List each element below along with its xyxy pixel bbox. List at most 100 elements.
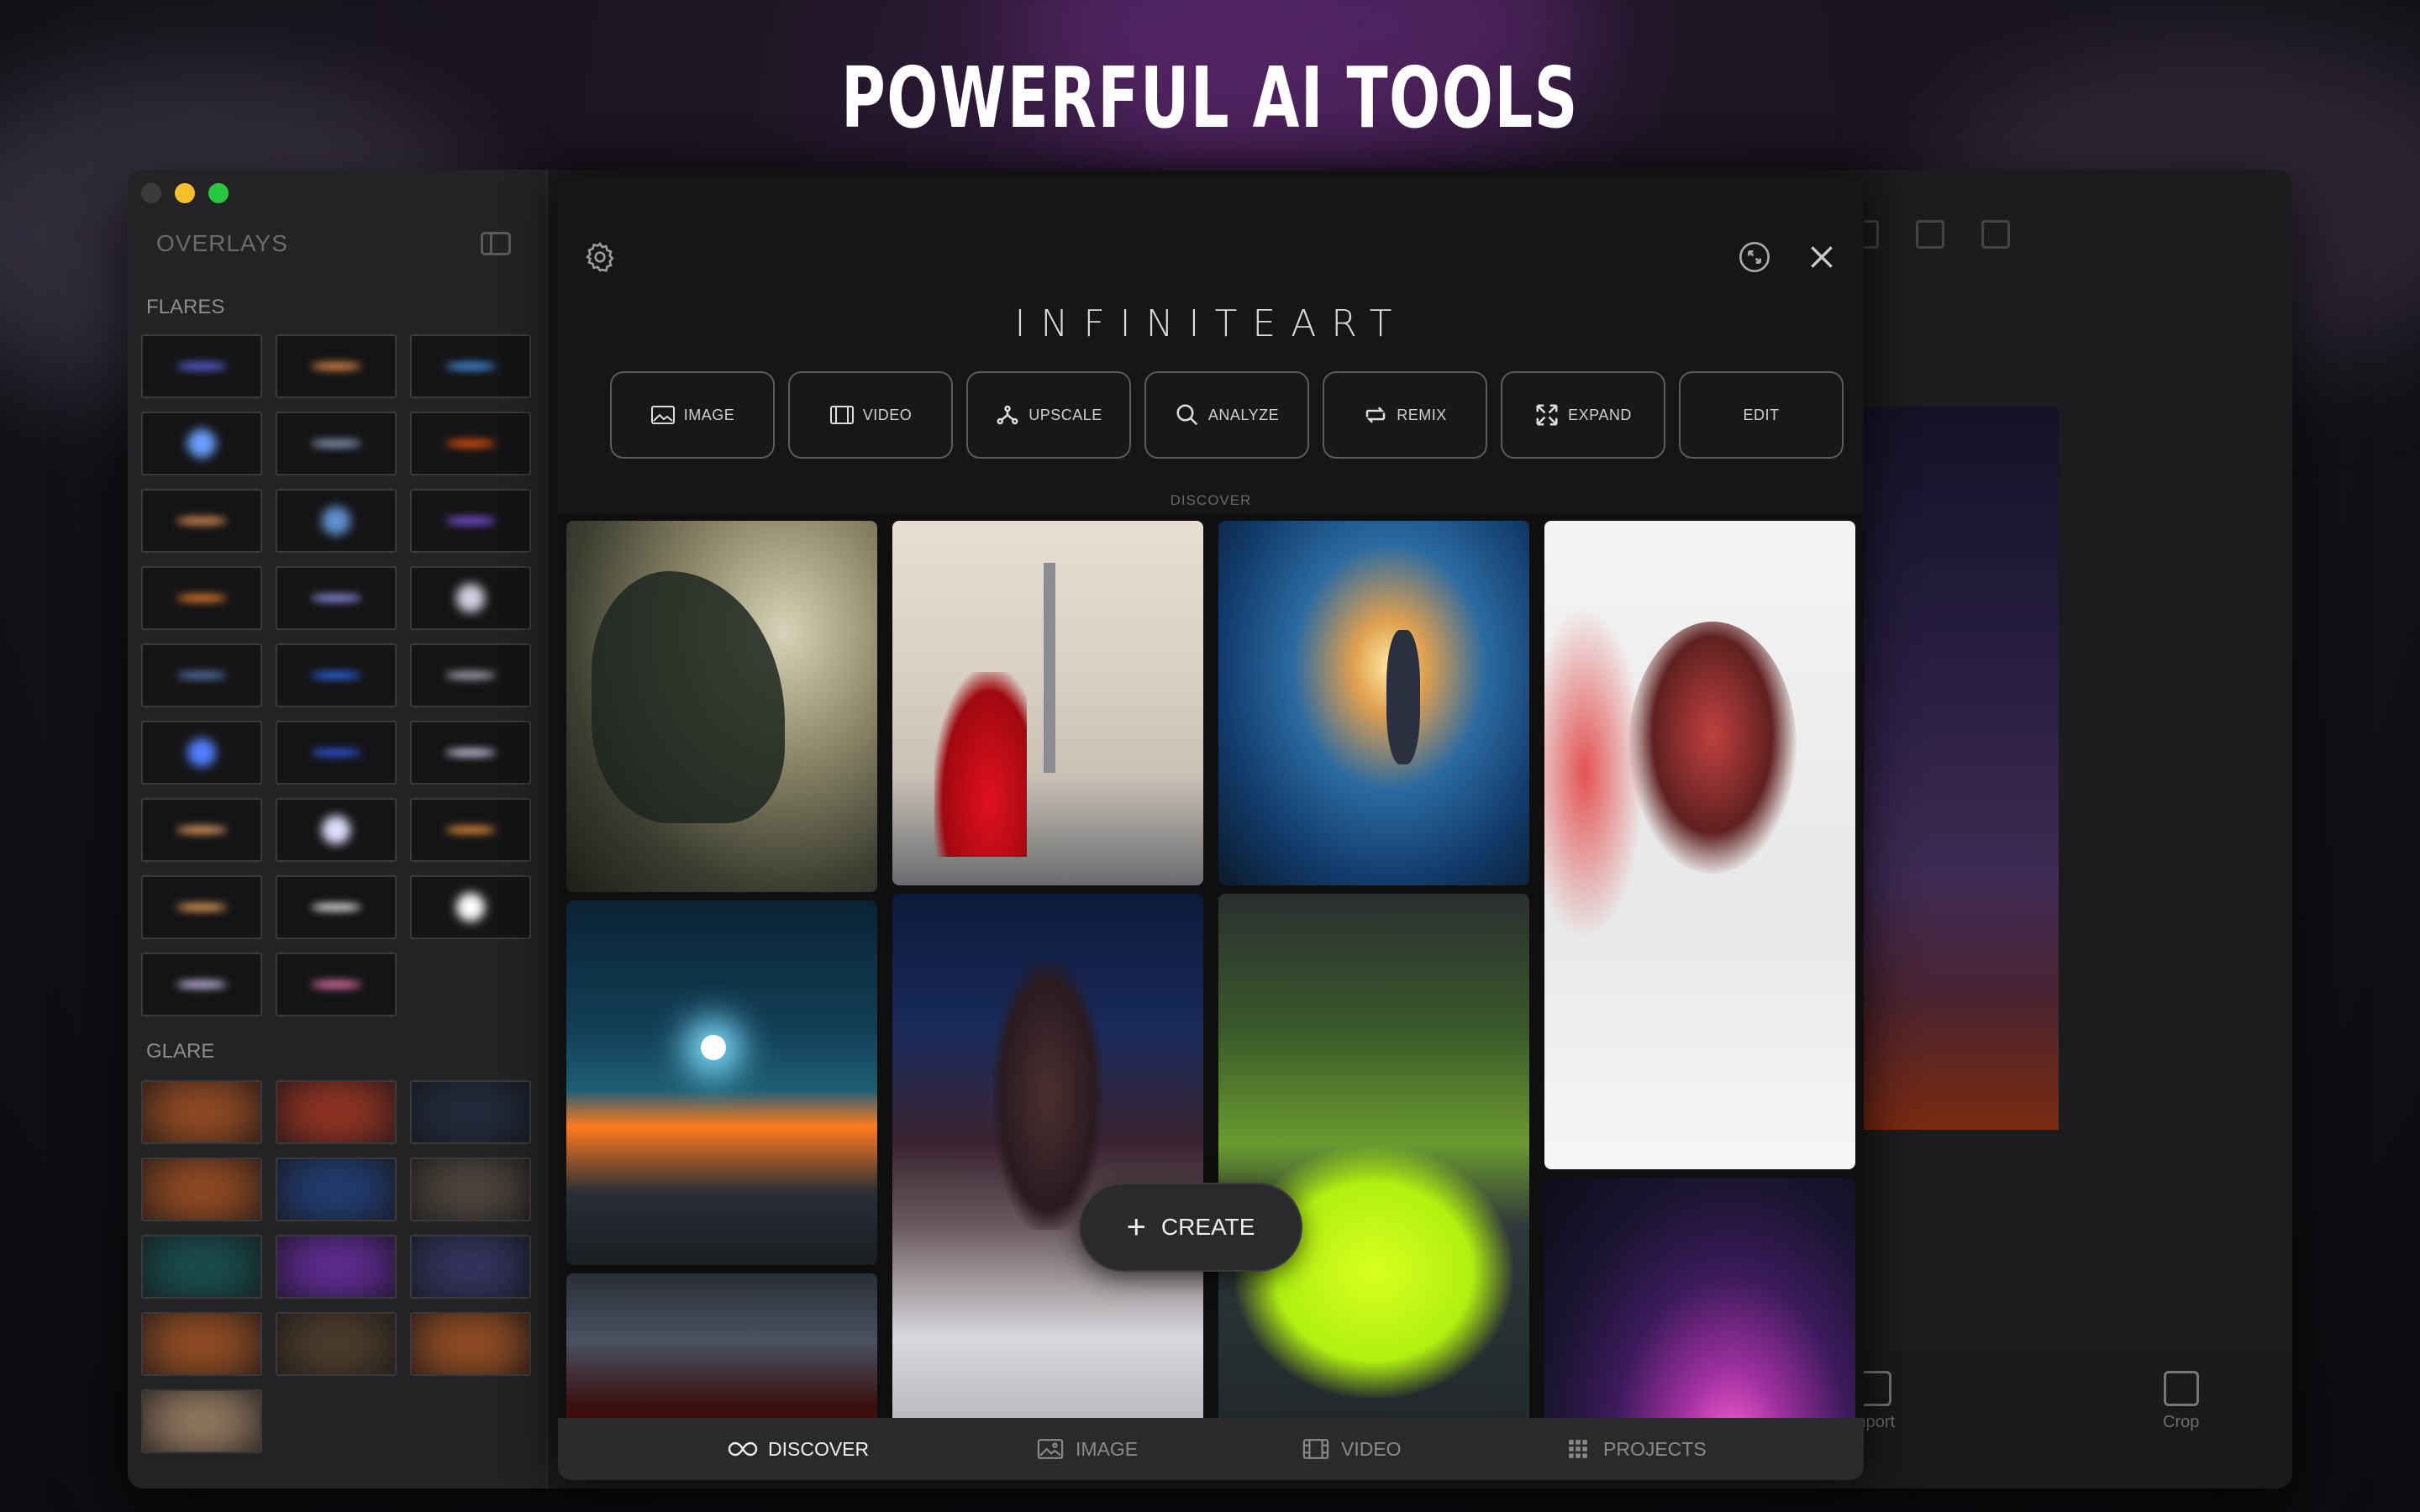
flare-thumbnail[interactable]: [141, 566, 262, 630]
bottom-nav: DISCOVER IMAGE VIDEO PROJECTS: [558, 1418, 1864, 1480]
flare-thumbnail[interactable]: [276, 643, 397, 707]
gallery-image-neon-dancer[interactable]: [1218, 894, 1529, 1418]
glare-thumbnail[interactable]: [410, 1235, 531, 1299]
canvas-preview: [1857, 407, 2059, 1130]
glare-thumbnail[interactable]: [141, 1158, 262, 1221]
glare-thumbnail[interactable]: [141, 1312, 262, 1376]
overlays-sidebar: OVERLAYS FLARES GLARE: [128, 170, 548, 1488]
flare-thumbnail[interactable]: [276, 334, 397, 398]
glare-thumbnail[interactable]: [276, 1312, 397, 1376]
sidebar-toggle-icon[interactable]: [481, 232, 511, 255]
collapse-arrows-icon[interactable]: [1738, 240, 1771, 274]
glare-thumbnail[interactable]: [141, 1080, 262, 1144]
flare-thumbnail[interactable]: [141, 643, 262, 707]
flare-thumbnail[interactable]: [276, 566, 397, 630]
flare-thumbnail[interactable]: [141, 721, 262, 785]
gallery-image-light-trails[interactable]: [566, 900, 877, 1265]
upscale-icon: [995, 402, 1020, 428]
glare-thumbnail[interactable]: [276, 1158, 397, 1221]
kaiju-silhouette: [592, 571, 785, 823]
flare-thumbnail[interactable]: [141, 953, 262, 1016]
close-window-button[interactable]: [141, 183, 161, 203]
plus-icon: +: [1126, 1209, 1146, 1246]
tool-label: EXPAND: [1568, 406, 1632, 423]
gallery-image-wave-tunnel[interactable]: [1218, 521, 1529, 885]
glare-thumbnail[interactable]: [410, 1312, 531, 1376]
glare-thumbnail[interactable]: [141, 1389, 262, 1453]
tool-buttons: IMAGE VIDEO UPSCALE ANALYZE REMIX EXPAND EDIT: [610, 371, 1844, 459]
flare-thumbnail[interactable]: [276, 875, 397, 939]
share-icon[interactable]: [1981, 220, 2010, 249]
nav-discover-label: DISCOVER: [768, 1437, 870, 1460]
glare-thumbnail[interactable]: [276, 1080, 397, 1144]
tool-upscale-button[interactable]: UPSCALE: [966, 371, 1131, 459]
remix-icon: [1363, 402, 1388, 428]
flare-thumbnail[interactable]: [141, 489, 262, 553]
crop-label: Crop: [2163, 1413, 2200, 1431]
flare-thumbnail[interactable]: [141, 412, 262, 475]
sidebar-title: OVERLAYS: [156, 230, 288, 256]
image-icon: [650, 402, 676, 428]
portrait-face: [1628, 622, 1797, 874]
flare-thumbnail[interactable]: [410, 643, 531, 707]
glare-thumbnail[interactable]: [141, 1235, 262, 1299]
flare-thumbnail[interactable]: [410, 489, 531, 553]
gallery-image-kaiju-city[interactable]: [566, 521, 877, 892]
tool-label: UPSCALE: [1028, 406, 1102, 423]
tool-remix-button[interactable]: REMIX: [1323, 371, 1487, 459]
flare-thumbnail[interactable]: [141, 798, 262, 862]
tool-image-button[interactable]: IMAGE: [610, 371, 775, 459]
gallery-image-red-smoke-portrait[interactable]: [1544, 521, 1855, 1169]
flare-thumbnail[interactable]: [141, 334, 262, 398]
flare-thumbnail[interactable]: [276, 489, 397, 553]
flare-thumbnail[interactable]: [410, 566, 531, 630]
close-icon[interactable]: [1805, 240, 1839, 274]
flare-thumbnail[interactable]: [410, 412, 531, 475]
crop-button[interactable]: Crop: [2163, 1371, 2199, 1432]
gallery-image-galaxy[interactable]: [1544, 1178, 1855, 1418]
headline: POWERFUL AI TOOLS: [841, 49, 1579, 147]
create-button[interactable]: + CREATE: [1079, 1183, 1302, 1272]
flare-thumbnail[interactable]: [141, 875, 262, 939]
tool-label: IMAGE: [683, 406, 735, 423]
nav-projects[interactable]: PROJECTS: [1563, 1438, 1707, 1461]
flare-thumbnail[interactable]: [276, 953, 397, 1016]
tool-expand-button[interactable]: EXPAND: [1501, 371, 1665, 459]
nav-image[interactable]: IMAGE: [1035, 1438, 1138, 1461]
glare-thumbnail[interactable]: [276, 1235, 397, 1299]
tool-video-button[interactable]: VIDEO: [788, 371, 953, 459]
nav-video[interactable]: VIDEO: [1301, 1438, 1402, 1461]
flare-thumbnail[interactable]: [276, 798, 397, 862]
discover-label: DISCOVER: [1170, 492, 1252, 508]
flare-thumbnail[interactable]: [410, 334, 531, 398]
image-icon: [1037, 1439, 1064, 1459]
red-dress-figure: [934, 672, 1027, 857]
glare-thumbnail[interactable]: [410, 1080, 531, 1144]
red-smoke: [1544, 605, 1645, 941]
glare-thumbnail[interactable]: [410, 1158, 531, 1221]
grid-icon: [1569, 1440, 1587, 1458]
flare-thumbnail[interactable]: [276, 721, 397, 785]
rider-figure: [993, 961, 1102, 1230]
flare-thumbnail[interactable]: [410, 798, 531, 862]
glare-grid: [141, 1080, 531, 1453]
flare-thumbnail[interactable]: [410, 875, 531, 939]
gallery-image-red-dress-tower[interactable]: [892, 521, 1203, 885]
zoom-window-button[interactable]: [208, 183, 229, 203]
gallery-image-tiger-rider[interactable]: [892, 894, 1203, 1418]
tool-analyze-button[interactable]: ANALYZE: [1144, 371, 1309, 459]
layers-icon[interactable]: [1916, 220, 1944, 249]
tool-edit-button[interactable]: EDIT: [1679, 371, 1844, 459]
tool-label: ANALYZE: [1207, 406, 1280, 423]
infinity-icon: [728, 1441, 758, 1457]
woman-silhouette: [1386, 630, 1420, 764]
nav-discover[interactable]: DISCOVER: [728, 1438, 869, 1461]
bottom-toolbar: mport Crop: [1852, 1351, 2292, 1488]
film-icon: [829, 402, 855, 428]
minimize-window-button[interactable]: [175, 183, 195, 203]
flare-thumbnail[interactable]: [276, 412, 397, 475]
settings-gear-icon[interactable]: [583, 240, 617, 274]
gallery-image-storm[interactable]: [566, 1273, 877, 1418]
flare-thumbnail[interactable]: [410, 721, 531, 785]
neon-dress: [1235, 1146, 1512, 1398]
